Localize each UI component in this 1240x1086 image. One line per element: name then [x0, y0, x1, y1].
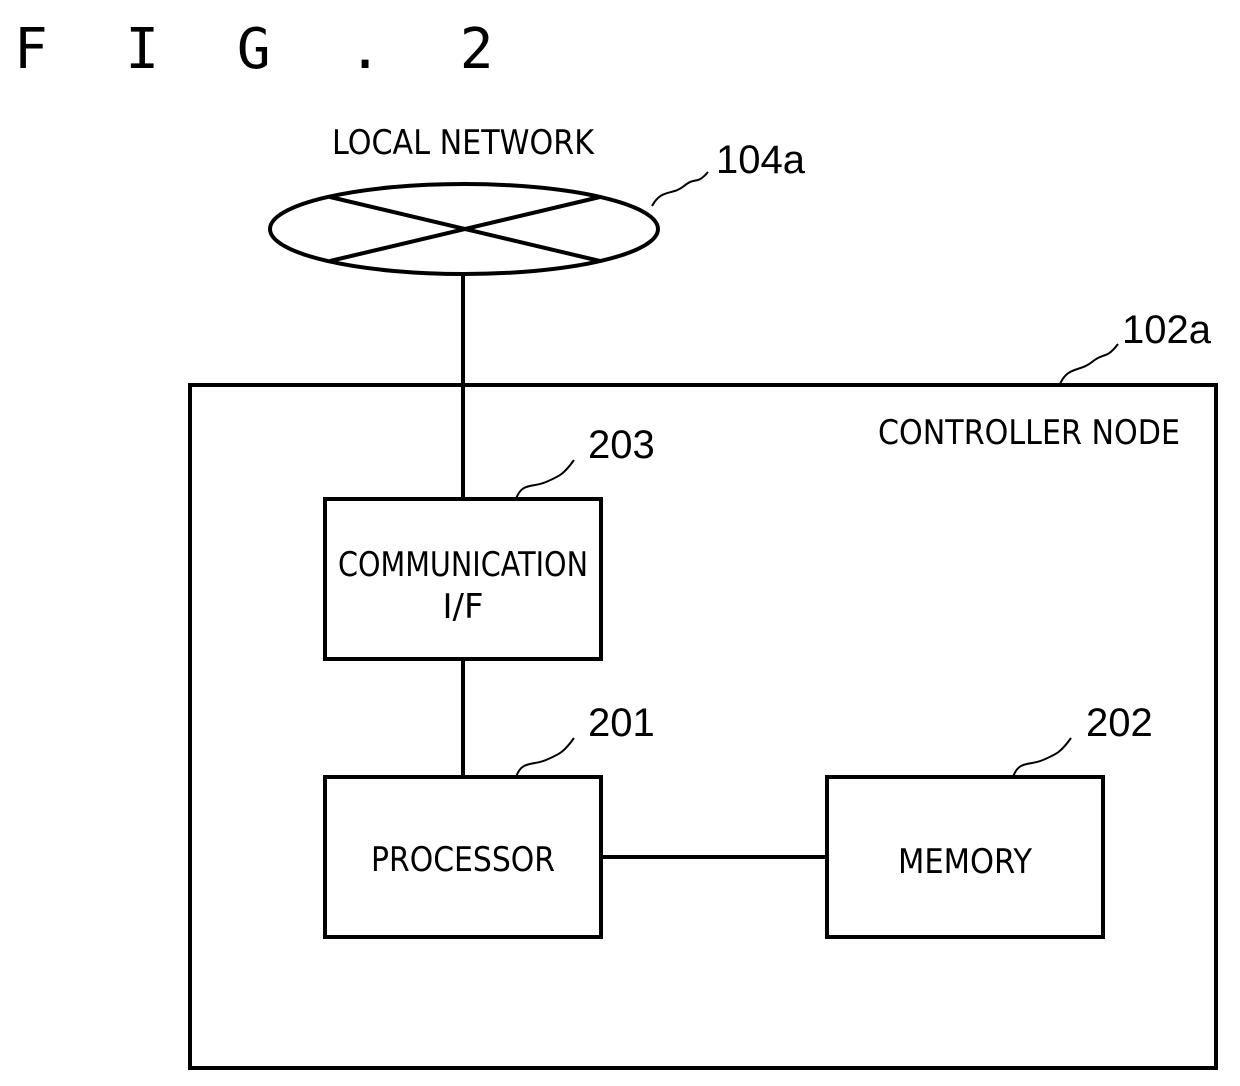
controller-node-label: CONTROLLER NODE: [878, 413, 1180, 453]
communication-if-ref-number: 203: [588, 423, 655, 467]
network-ref-leader: [651, 171, 709, 207]
memory-label: MEMORY: [898, 842, 1032, 882]
communication-if-label-line2: I/F: [442, 587, 483, 627]
memory-ref-number: 202: [1086, 701, 1153, 745]
controller-node-ref-leader: [1059, 343, 1119, 385]
block-diagram: F I G . 2 LOCAL NETWORK 104a CONTROLLER …: [14, 17, 1218, 1070]
controller-node-ref-number: 102a: [1122, 308, 1212, 352]
network-label: LOCAL NETWORK: [332, 123, 596, 163]
processor-label: PROCESSOR: [371, 840, 555, 880]
processor-ref-leader: [515, 737, 575, 778]
communication-if-ref-leader: [515, 459, 575, 500]
memory-ref-leader: [1012, 737, 1072, 778]
local-network: [268, 182, 660, 276]
network-ref-number: 104a: [716, 138, 806, 182]
communication-if-label-line1: COMMUNICATION: [338, 545, 588, 585]
figure-title: F I G . 2: [14, 17, 515, 82]
processor-ref-number: 201: [588, 701, 655, 745]
controller-node-box: [188, 383, 1218, 1070]
